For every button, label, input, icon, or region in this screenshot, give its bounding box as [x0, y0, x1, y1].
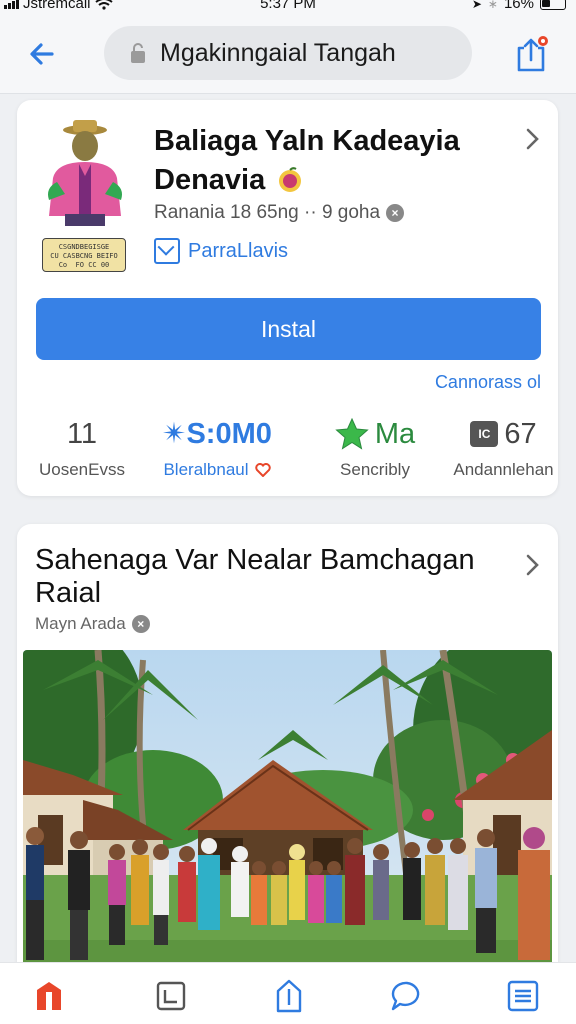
nav-upload[interactable]	[272, 979, 306, 1013]
url-text: Mgakinngaial Tangah	[160, 38, 396, 67]
back-button[interactable]	[22, 34, 62, 74]
stat-label-row: Bleralbnaul	[147, 460, 287, 480]
close-badge-icon[interactable]: ×	[131, 615, 150, 633]
chevron-right-icon[interactable]	[523, 550, 543, 580]
menu-icon	[507, 980, 539, 1012]
stat-value: 67	[504, 418, 537, 450]
battery-percent: 16%	[503, 0, 534, 12]
stat-label: Andannlehan	[453, 460, 554, 479]
browser-header: Mgakinngaial Tangah	[0, 14, 576, 94]
app-meta: Ranania 18 65ng ·· 9 goha ×	[154, 202, 405, 224]
lock-icon	[131, 43, 145, 63]
crop-icon	[156, 981, 186, 1011]
back-arrow-icon	[30, 43, 54, 65]
stat-label: UosenEvss	[39, 460, 125, 479]
bottom-nav	[0, 962, 576, 1024]
status-right: ➤ ∗ 16%	[471, 0, 566, 12]
stat-reviews: 11 UosenEvss	[37, 416, 127, 480]
heart-icon	[254, 463, 271, 477]
share-icon	[517, 36, 548, 72]
nav-menu[interactable]	[506, 979, 540, 1013]
news-title[interactable]: Sahenaga Var Nealar Bamchagan Raial	[35, 544, 485, 610]
stat-value: Ma	[374, 418, 416, 450]
chat-icon	[391, 981, 420, 1011]
app-title[interactable]: Baliaga Yaln Kadeayia Denavia	[154, 122, 514, 200]
app-card[interactable]: CSGNDBEGISGE CU CASBCNG BEIFO Co FO CC 00 …	[17, 100, 558, 496]
install-button[interactable]: Instal	[36, 298, 541, 360]
app-title-line2: Denavia	[154, 164, 266, 196]
nav-home[interactable]	[32, 979, 66, 1013]
app-badge: CSGNDBEGISGE CU CASBCNG BEIFO Co FO CC 00	[42, 238, 126, 272]
stat-editor: Ma Sencribly	[309, 416, 441, 480]
news-card[interactable]: Sahenaga Var Nealar Bamchagan Raial Mayn…	[17, 524, 558, 984]
stat-value: ✴S:0M0	[162, 418, 272, 450]
app-title-line1: Baliaga Yaln Kadeayia	[154, 125, 460, 157]
chevron-right-icon[interactable]	[523, 124, 543, 154]
close-badge-icon[interactable]: ×	[386, 204, 405, 222]
news-photo[interactable]	[23, 650, 552, 984]
developer-icon	[154, 238, 180, 264]
stat-value-row: IC 67	[449, 416, 558, 452]
news-source-name: Mayn Arada	[35, 614, 126, 633]
bluetooth-icon: ∗	[487, 0, 498, 11]
address-bar[interactable]: Mgakinngaial Tangah	[104, 26, 472, 80]
battery-icon	[540, 0, 566, 10]
fruit-emoji-icon	[279, 167, 302, 192]
stat-age: IC 67 Andannlehan	[449, 416, 558, 480]
home-icon	[37, 982, 61, 1010]
stat-value-row: Ma	[309, 416, 441, 452]
star-icon	[335, 418, 369, 450]
share-button[interactable]	[514, 34, 550, 74]
stat-value: 11	[66, 418, 98, 450]
location-icon: ➤	[471, 0, 482, 11]
app-icon	[35, 118, 135, 228]
nav-chat[interactable]	[390, 979, 424, 1013]
developer-name: ParraLlavis	[188, 239, 289, 262]
secondary-link[interactable]: Cannorass ol	[435, 372, 541, 393]
developer-link[interactable]: ParraLlavis	[154, 238, 288, 264]
app-stats: 11 UosenEvss ✴S:0M0 Bleralbnaul Ma Sencr…	[17, 416, 558, 486]
magazine-icon: IC	[470, 421, 499, 447]
news-source: Mayn Arada ×	[35, 614, 150, 634]
app-meta-text: Ranania 18 65ng ·· 9 goha	[154, 202, 381, 223]
upload-icon	[276, 979, 302, 1013]
nav-crop[interactable]	[154, 979, 188, 1013]
stat-label: Sencribly	[340, 460, 410, 479]
status-bar: Jstremcall 5:37 PM ➤ ∗ 16%	[0, 0, 576, 14]
stat-rating[interactable]: ✴S:0M0 Bleralbnaul	[147, 416, 287, 480]
stat-label: Bleralbnaul	[163, 460, 249, 479]
